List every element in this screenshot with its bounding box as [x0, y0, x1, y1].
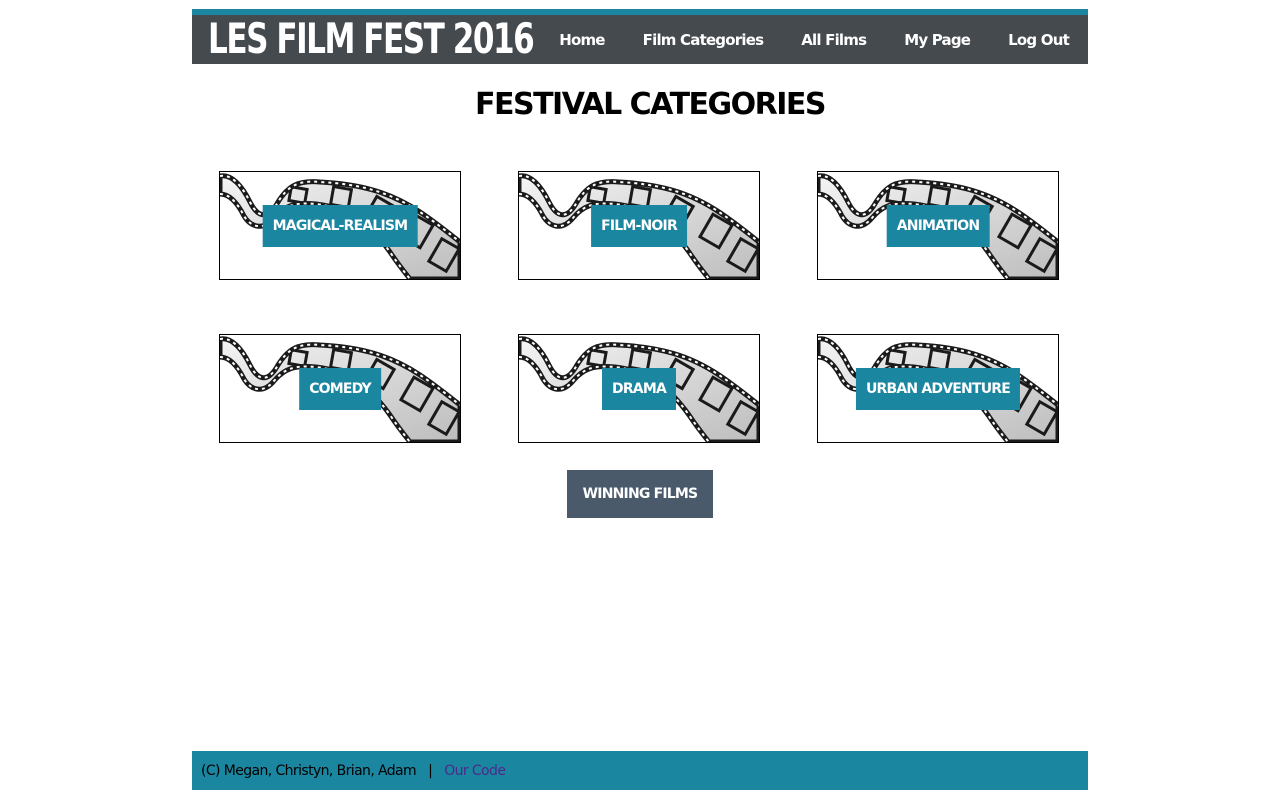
site-header: LES FILM FEST 2016 Home Film Categories … [192, 9, 1088, 64]
footer-credits: (C) Megan, Christyn, Brian, Adam [201, 762, 417, 779]
category-label[interactable]: URBAN ADVENTURE [855, 368, 1021, 410]
nav-film-categories[interactable]: Film Categories [624, 31, 783, 49]
page-title: FESTIVAL CATEGORIES [474, 87, 827, 122]
our-code-link[interactable]: Our Code [444, 763, 506, 779]
category-card-urban-adventure[interactable]: URBAN ADVENTURE [817, 334, 1059, 443]
site-title[interactable]: LES FILM FEST 2016 [208, 16, 535, 62]
category-label[interactable]: MAGICAL-REALISM [262, 205, 418, 247]
nav-home[interactable]: Home [540, 31, 623, 49]
footer-separator: | [428, 762, 433, 779]
category-card-drama[interactable]: DRAMA [518, 334, 760, 443]
nav-my-page[interactable]: My Page [885, 31, 989, 49]
page-container: LES FILM FEST 2016 Home Film Categories … [192, 9, 1088, 790]
nav-log-out[interactable]: Log Out [989, 31, 1088, 49]
category-card-animation[interactable]: ANIMATION [817, 171, 1059, 280]
category-label[interactable]: FILM-NOIR [591, 205, 687, 247]
category-card-film-noir[interactable]: FILM-NOIR [518, 171, 760, 280]
category-card-magical-realism[interactable]: MAGICAL-REALISM [219, 171, 461, 280]
winning-films-button[interactable]: WINNING FILMS [567, 470, 713, 518]
category-label[interactable]: COMEDY [299, 368, 381, 410]
category-card-comedy[interactable]: COMEDY [219, 334, 461, 443]
category-label[interactable]: DRAMA [601, 368, 677, 410]
main-nav: Home Film Categories All Films My Page L… [540, 15, 1088, 64]
category-label[interactable]: ANIMATION [886, 205, 990, 247]
nav-all-films[interactable]: All Films [782, 31, 885, 49]
site-footer: (C) Megan, Christyn, Brian, Adam | Our C… [192, 751, 1088, 790]
